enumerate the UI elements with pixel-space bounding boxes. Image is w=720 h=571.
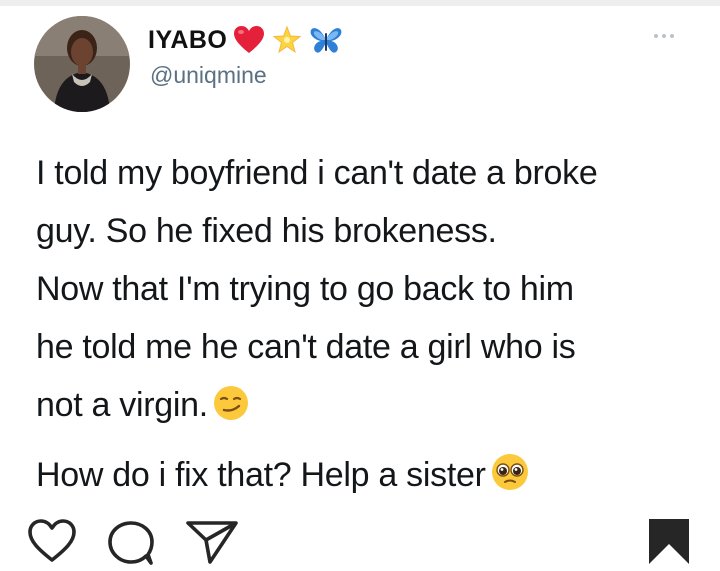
avatar[interactable] bbox=[34, 16, 130, 112]
tweet-line: Now that I'm trying to go back to him bbox=[36, 270, 574, 308]
like-heart-icon[interactable] bbox=[26, 518, 78, 564]
tweet-line-with-emoji: not a virgin. bbox=[36, 376, 706, 434]
tweet-line: he told me he can't date a girl who is bbox=[36, 328, 576, 366]
more-options-icon[interactable] bbox=[654, 34, 674, 38]
author-display-name[interactable]: IYABO bbox=[148, 26, 227, 55]
author-handle[interactable]: @uniqmine bbox=[150, 62, 267, 89]
glowing-star-icon bbox=[273, 25, 302, 54]
red-heart-icon bbox=[234, 26, 265, 53]
share-paper-plane-icon[interactable] bbox=[184, 518, 240, 566]
tweet-closing-line: How do i fix that? Help a sister bbox=[36, 456, 486, 494]
more-dot bbox=[654, 34, 658, 38]
bookmark-save-icon[interactable] bbox=[644, 516, 694, 566]
tweet-card: IYABO @uniqmine I told my boyfriend i ca… bbox=[0, 6, 720, 494]
avatar-photo bbox=[34, 16, 130, 112]
butterfly-icon bbox=[310, 28, 342, 53]
tweet-line: guy. So he fixed his brokeness. bbox=[36, 212, 497, 250]
tweet-line: not a virgin. bbox=[36, 386, 208, 424]
author-name-row[interactable]: IYABO bbox=[148, 20, 343, 60]
post-action-bar bbox=[0, 494, 720, 571]
tweet-line: I told my boyfriend i can't date a broke bbox=[36, 154, 598, 192]
smirking-face-icon bbox=[213, 386, 248, 420]
more-dot bbox=[662, 34, 666, 38]
more-dot bbox=[670, 34, 674, 38]
tweet-text: I told my boyfriend i can't date a broke… bbox=[36, 144, 706, 504]
pleading-face-icon bbox=[491, 454, 528, 490]
comment-bubble-icon[interactable] bbox=[106, 520, 156, 566]
